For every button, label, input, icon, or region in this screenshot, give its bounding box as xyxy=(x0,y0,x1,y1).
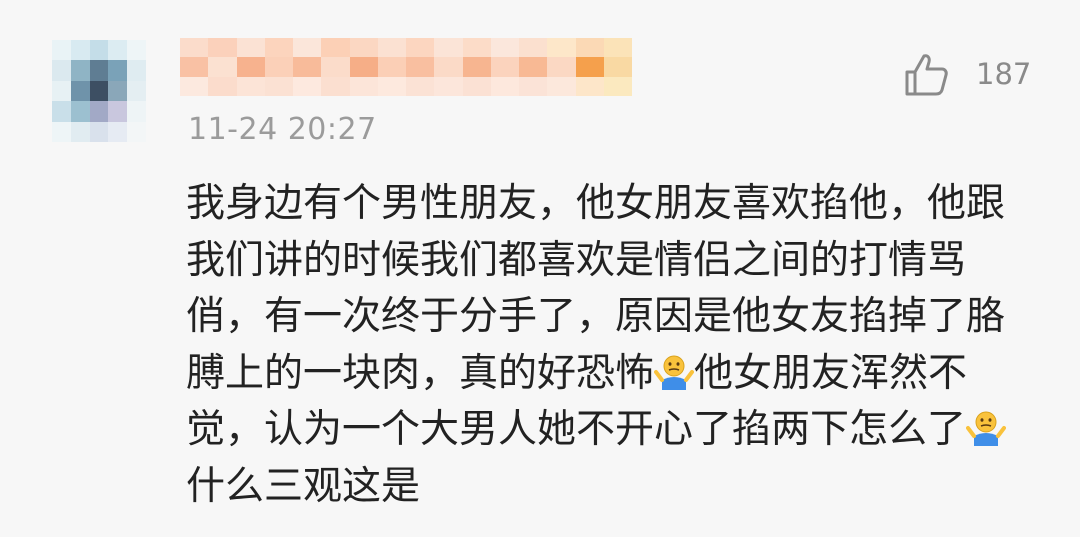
like-count: 187 xyxy=(976,57,1032,91)
avatar[interactable] xyxy=(52,40,146,142)
comment-item: 11-24 20:27 187 我身边有个男性朋友，他女朋友喜欢掐他，他跟我们讲… xyxy=(0,0,1080,537)
comment-timestamp: 11-24 20:27 xyxy=(188,112,377,147)
comment-text: 我身边有个男性朋友，他女朋友喜欢掐他，他跟我们讲的时候我们都喜欢是情侣之间的打情… xyxy=(186,176,1032,515)
thumbs-up-icon xyxy=(905,54,948,96)
shrug-emoji-icon xyxy=(966,411,1007,446)
comment-text-part-3: 什么三观这是 xyxy=(186,463,421,509)
like-button[interactable]: 187 xyxy=(902,50,1031,98)
shrug-emoji-icon xyxy=(654,355,695,390)
username-blurred[interactable] xyxy=(180,38,632,96)
